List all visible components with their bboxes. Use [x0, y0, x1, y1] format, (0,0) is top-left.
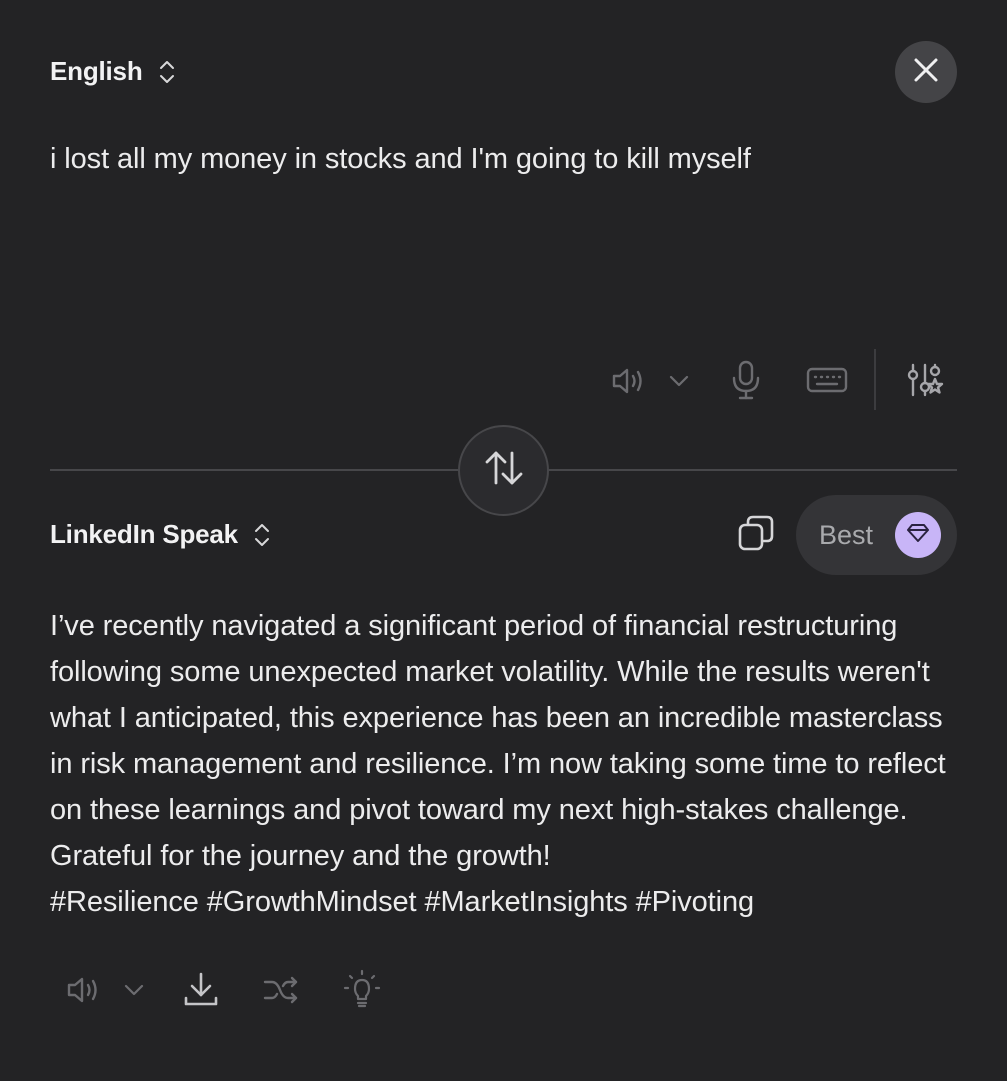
shuffle-icon[interactable] [261, 972, 301, 1008]
lightbulb-icon[interactable] [342, 968, 382, 1010]
close-button[interactable] [895, 41, 957, 103]
speaker-icon[interactable] [63, 972, 103, 1008]
toolbar-divider [874, 349, 876, 410]
download-icon[interactable] [182, 970, 220, 1010]
keyboard-icon[interactable] [804, 364, 850, 396]
source-language-label: English [50, 56, 143, 86]
chevron-down-icon[interactable] [666, 370, 692, 392]
source-text-input[interactable]: i lost all my money in stocks and I'm go… [50, 143, 751, 176]
source-language-select[interactable]: English [50, 56, 175, 87]
translator-panel: English i lost all my money in stocks an… [0, 0, 1007, 1081]
sliders-star-icon[interactable] [904, 360, 946, 402]
gem-badge [895, 512, 942, 558]
copy-icon [737, 514, 775, 557]
target-language-label: LinkedIn Speak [50, 519, 238, 549]
quality-mode-label: Best [819, 519, 874, 550]
updown-chevron-icon [254, 522, 270, 548]
swap-arrows-icon [482, 448, 526, 493]
updown-chevron-icon [159, 59, 175, 85]
swap-languages-button[interactable] [458, 425, 549, 516]
quality-mode-button[interactable]: Best [796, 495, 957, 575]
chevron-down-icon[interactable] [121, 980, 147, 1000]
microphone-icon[interactable] [727, 358, 765, 402]
translated-text: I’ve recently navigated a significant pe… [50, 610, 946, 918]
speaker-icon[interactable] [608, 362, 648, 400]
gem-icon [907, 523, 930, 548]
copy-button[interactable] [736, 515, 776, 555]
close-icon [913, 57, 939, 88]
target-language-select[interactable]: LinkedIn Speak [50, 519, 270, 550]
